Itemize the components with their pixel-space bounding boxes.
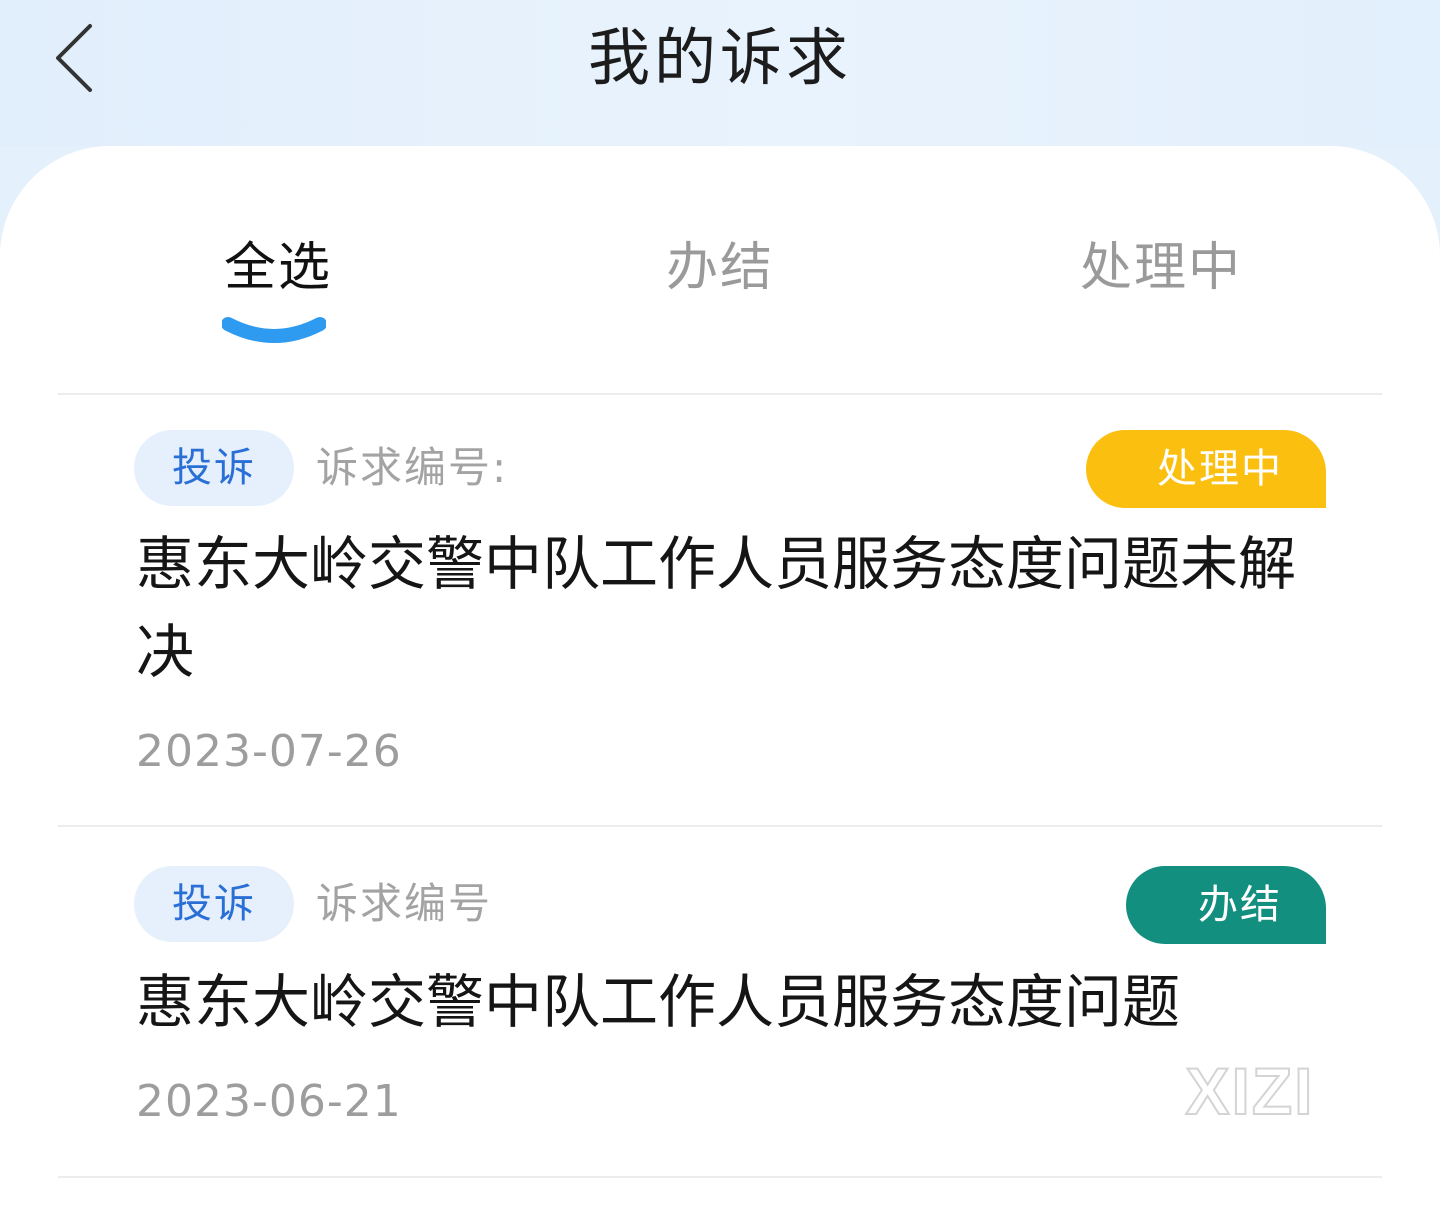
item-divider	[58, 825, 1382, 827]
status-label: 处理中	[1157, 446, 1283, 492]
item-date: 2023-07-26	[136, 726, 402, 777]
top-bar: 我的诉求	[0, 0, 1440, 146]
page-title: 我的诉求	[587, 21, 852, 94]
item-date: 2023-06-21	[136, 1076, 402, 1127]
status-badge: 处理中	[1086, 430, 1326, 508]
tab-processing[interactable]: 处理中	[1080, 236, 1242, 300]
code-label: 诉求编号	[316, 879, 493, 928]
tabs-divider	[58, 393, 1382, 395]
content-card: 全选 办结 处理中 投诉 诉求编号: 处理中 惠东大岭交警中队工作人员服务态度问…	[0, 146, 1440, 1206]
status-label: 办结	[1198, 882, 1282, 928]
tab-all[interactable]: 全选	[224, 236, 332, 300]
list-item[interactable]: 投诉 诉求编号 办结 惠东大岭交警中队工作人员服务态度问题 2023-06-21	[0, 866, 1440, 1176]
item-title: 惠东大岭交警中队工作人员服务态度问题未解决	[136, 530, 1297, 686]
type-badge: 投诉	[134, 866, 294, 942]
type-badge: 投诉	[134, 430, 294, 506]
status-badge: 办结	[1126, 866, 1326, 944]
svg-text:XIZI: XIZI	[1185, 1058, 1314, 1126]
item-title: 惠东大岭交警中队工作人员服务态度问题	[136, 968, 1181, 1036]
list-item[interactable]: 投诉 诉求编号: 处理中 惠东大岭交警中队工作人员服务态度问题未解决 2023-…	[0, 430, 1440, 830]
active-tab-indicator	[222, 317, 326, 343]
item-divider	[58, 1176, 1382, 1178]
code-label: 诉求编号:	[316, 443, 509, 492]
tab-done[interactable]: 办结	[666, 236, 774, 300]
watermark-logo: XIZI	[1184, 1058, 1314, 1126]
